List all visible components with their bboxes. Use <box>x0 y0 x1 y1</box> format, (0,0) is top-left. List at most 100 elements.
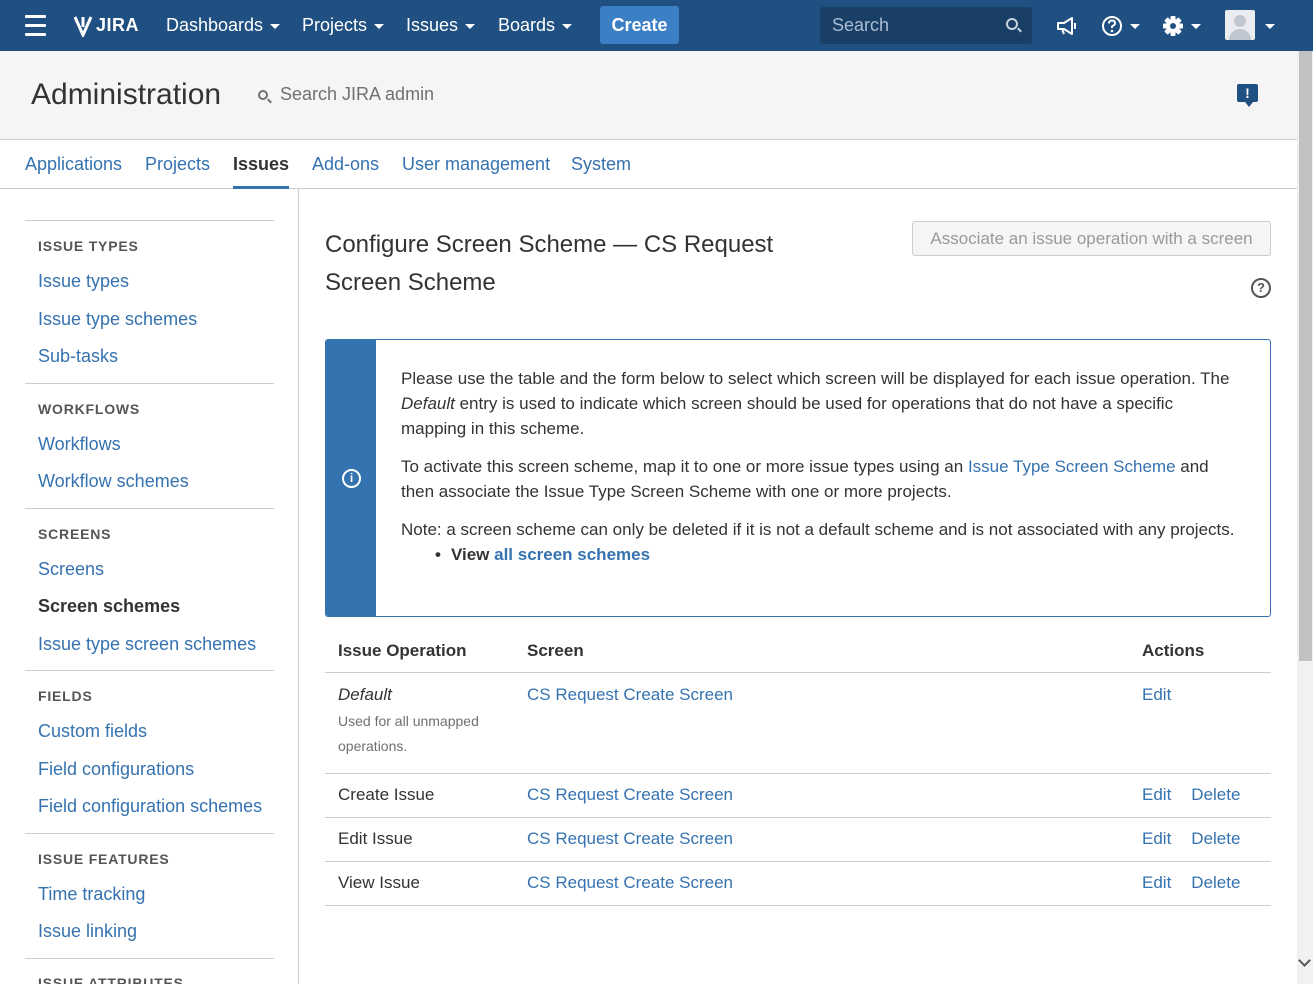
screen-link[interactable]: CS Request Create Screen <box>527 685 733 704</box>
info-message-content: Please use the table and the form below … <box>401 366 1241 567</box>
admin-search[interactable]: Search JIRA admin <box>258 84 434 105</box>
column-header-actions: Actions <box>1129 630 1271 673</box>
create-button[interactable]: Create <box>600 6 679 44</box>
tab-user-management[interactable]: User management <box>402 154 550 175</box>
sidebar-item-sub-tasks[interactable]: Sub-tasks <box>38 346 118 367</box>
operation-description: Used for all unmapped operations. <box>338 712 479 754</box>
boards-menu[interactable]: Boards <box>498 0 573 51</box>
sidebar-item-custom-fields[interactable]: Custom fields <box>38 721 147 742</box>
gear-icon <box>1163 15 1183 36</box>
operation-name: Edit Issue <box>325 817 514 862</box>
sidebar-item-workflows[interactable]: Workflows <box>38 434 121 455</box>
tab-projects[interactable]: Projects <box>145 154 210 175</box>
sidebar-heading-issue-types: ISSUE TYPES <box>38 238 139 254</box>
sidebar-item-workflow-schemes[interactable]: Workflow schemes <box>38 471 189 492</box>
info-message: i Please use the table and the form belo… <box>325 339 1271 617</box>
chevron-down-icon <box>1265 24 1275 29</box>
tab-issues[interactable]: Issues <box>233 154 290 189</box>
help-menu[interactable] <box>1101 0 1140 51</box>
app-switcher-menu-icon[interactable] <box>24 0 46 51</box>
actions-cell: Edit <box>1129 672 1271 774</box>
column-header-issue-operation: Issue Operation <box>325 630 514 673</box>
sidebar-item-issue-type-schemes[interactable]: Issue type schemes <box>38 309 197 330</box>
info-paragraph: Please use the table and the form below … <box>401 366 1241 441</box>
admin-sidebar: ISSUE TYPES Issue types Issue type schem… <box>0 189 299 984</box>
screen-cell: CS Request Create Screen <box>514 773 1129 818</box>
page-scrollbar[interactable] <box>1297 51 1313 984</box>
user-menu-chevron[interactable] <box>1258 0 1275 51</box>
edit-link[interactable]: Edit <box>1142 685 1171 705</box>
screen-cell: CS Request Create Screen <box>514 672 1129 774</box>
chevron-down-icon <box>1130 24 1140 29</box>
search-icon <box>258 89 268 100</box>
sidebar-item-screens[interactable]: Screens <box>38 559 104 580</box>
projects-menu[interactable]: Projects <box>302 0 385 51</box>
admin-tabs: Applications Projects Issues Add-ons Use… <box>0 140 1297 189</box>
screen-link[interactable]: CS Request Create Screen <box>527 873 733 892</box>
sidebar-heading-screens: SCREENS <box>38 526 112 542</box>
table-row: Default Used for all unmapped operations… <box>325 672 1271 774</box>
operation-name: Default <box>338 684 392 704</box>
scrollbar-thumb[interactable] <box>1299 51 1312 661</box>
sidebar-divider <box>25 958 274 959</box>
edit-link[interactable]: Edit <box>1142 873 1171 893</box>
issues-menu[interactable]: Issues <box>406 0 476 51</box>
admin-header: Administration Search JIRA admin ! <box>0 51 1297 140</box>
tab-applications[interactable]: Applications <box>25 154 122 175</box>
edit-link[interactable]: Edit <box>1142 829 1171 849</box>
admin-search-label: Search JIRA admin <box>280 84 435 104</box>
info-paragraph: To activate this screen scheme, map it t… <box>401 454 1241 504</box>
operation-name: Create Issue <box>325 773 514 818</box>
all-screen-schemes-link[interactable]: all screen schemes <box>494 545 650 564</box>
sidebar-item-issue-linking[interactable]: Issue linking <box>38 921 137 942</box>
sidebar-heading-workflows: WORKFLOWS <box>38 401 141 417</box>
screen-link[interactable]: CS Request Create Screen <box>527 785 733 804</box>
notifications-megaphone-icon[interactable] <box>1056 0 1078 51</box>
delete-link[interactable]: Delete <box>1191 873 1240 893</box>
info-icon: i <box>342 469 361 488</box>
table-row: View Issue CS Request Create Screen Edit… <box>325 861 1271 906</box>
info-list: View all screen schemes <box>401 542 1241 567</box>
chevron-down-icon <box>374 24 385 29</box>
sidebar-item-field-configurations[interactable]: Field configurations <box>38 759 194 780</box>
screen-link[interactable]: CS Request Create Screen <box>527 829 733 848</box>
tab-add-ons[interactable]: Add-ons <box>312 154 379 175</box>
sidebar-item-issue-type-screen-schemes[interactable]: Issue type screen schemes <box>38 634 256 655</box>
sidebar-item-issue-types[interactable]: Issue types <box>38 271 129 292</box>
administration-menu[interactable] <box>1162 0 1201 51</box>
chevron-down-icon <box>465 24 476 29</box>
associate-issue-operation-button[interactable]: Associate an issue operation with a scre… <box>912 221 1271 256</box>
dashboards-menu[interactable]: Dashboards <box>166 0 281 51</box>
operation-cell: Default Used for all unmapped operations… <box>325 672 514 774</box>
megaphone-icon <box>1057 16 1076 35</box>
sidebar-divider <box>25 670 274 671</box>
search-input[interactable] <box>820 7 1032 44</box>
boards-menu-label: Boards <box>498 15 556 35</box>
info-message-strip: i <box>326 340 376 616</box>
tab-system[interactable]: System <box>571 154 631 175</box>
sidebar-heading-issue-attributes: ISSUE ATTRIBUTES <box>38 975 184 984</box>
sidebar-item-screen-schemes[interactable]: Screen schemes <box>38 596 180 617</box>
edit-link[interactable]: Edit <box>1142 785 1171 805</box>
atlassian-logo-icon <box>73 15 93 37</box>
help-icon[interactable]: ? <box>1251 278 1271 298</box>
help-question-icon <box>1102 15 1122 36</box>
table-row: Edit Issue CS Request Create Screen Edit… <box>325 817 1271 862</box>
delete-link[interactable]: Delete <box>1191 785 1240 805</box>
info-paragraph: Note: a screen scheme can only be delete… <box>401 520 1235 539</box>
issue-type-screen-scheme-link[interactable]: Issue Type Screen Scheme <box>968 457 1176 476</box>
sidebar-divider <box>25 508 274 509</box>
user-avatar[interactable] <box>1225 10 1255 40</box>
projects-menu-label: Projects <box>302 15 368 35</box>
scheme-title: Configure Screen Scheme — CS Request Scr… <box>325 231 774 296</box>
chevron-down-icon <box>270 24 281 29</box>
sidebar-item-time-tracking[interactable]: Time tracking <box>38 884 145 905</box>
sidebar-item-field-configuration-schemes[interactable]: Field configuration schemes <box>38 796 262 817</box>
jira-logo[interactable]: JIRA <box>72 0 139 51</box>
search-icon[interactable] <box>1006 18 1018 30</box>
scroll-down-arrow-icon[interactable] <box>1298 954 1311 967</box>
delete-link[interactable]: Delete <box>1191 829 1240 849</box>
table-header-row: Issue Operation Screen Actions <box>325 630 1271 673</box>
feedback-icon[interactable]: ! <box>1237 84 1258 107</box>
table-row: Create Issue CS Request Create Screen Ed… <box>325 773 1271 818</box>
